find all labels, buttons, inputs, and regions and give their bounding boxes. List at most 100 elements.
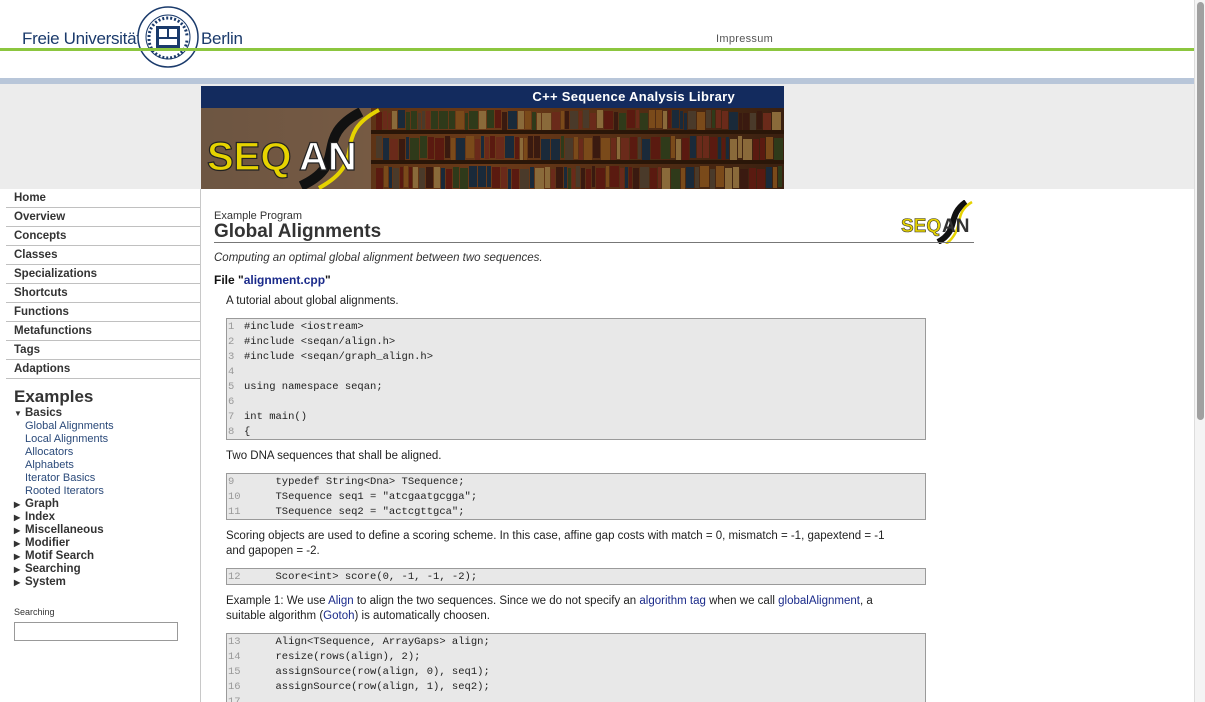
book-spine: [376, 112, 382, 130]
book-spine: [465, 113, 468, 131]
book-spine: [576, 166, 580, 187]
book-spine: [512, 169, 519, 189]
example-link[interactable]: Rooted Iterators: [25, 485, 200, 498]
book-spine: [649, 110, 655, 128]
university-logo[interactable]: Freie Universität Berlin: [22, 29, 243, 49]
book-spine: [710, 137, 717, 159]
book-spine: [449, 111, 455, 129]
book-spine: [535, 168, 544, 189]
vertical-scrollbar[interactable]: [1194, 0, 1205, 702]
book-spine: [621, 138, 629, 160]
book-spine: [662, 168, 670, 189]
book-spine: [419, 168, 425, 189]
sidebar-item-home[interactable]: Home: [6, 189, 200, 208]
category-label: Miscellaneous: [25, 524, 104, 536]
example-link[interactable]: Iterator Basics: [25, 472, 200, 485]
category-item[interactable]: ▶ Index: [14, 511, 200, 524]
book-spine: [686, 167, 694, 188]
book-spine: [671, 136, 675, 158]
book-spine: [743, 113, 749, 131]
book-spine: [528, 136, 533, 158]
sidebar-item-functions[interactable]: Functions: [6, 303, 200, 322]
book-spine: [625, 167, 628, 188]
book-spine: [733, 167, 739, 188]
book-spine: [564, 167, 567, 188]
sidebar-item-overview[interactable]: Overview: [6, 208, 200, 227]
code-block: 1 #include <iostream> 2 #include <seqan/ali…: [226, 318, 926, 440]
gotoh-link[interactable]: Gotoh: [323, 610, 354, 622]
book-spine: [551, 169, 555, 189]
book-spine: [420, 136, 427, 158]
category-label: Graph: [25, 498, 59, 510]
sidebar-item-adaptions[interactable]: Adaptions: [6, 360, 200, 379]
book-spine: [722, 138, 725, 160]
sidebar-item-metafunctions[interactable]: Metafunctions: [6, 322, 200, 341]
page-subtitle: Computing an optimal global alignment be…: [214, 252, 543, 264]
header-green-rule: [0, 48, 1205, 51]
book-spine: [495, 110, 501, 128]
examples-heading: Examples: [14, 387, 94, 406]
code-line: 2 #include <seqan/align.h>: [227, 335, 925, 350]
code-line: 17: [227, 695, 925, 702]
category-item[interactable]: ▶ Searching: [14, 563, 200, 576]
example-link[interactable]: Allocators: [25, 446, 200, 459]
category-item[interactable]: ▶ System: [14, 576, 200, 589]
book-spine: [460, 168, 468, 189]
book-spine: [583, 110, 589, 128]
triangle-down-icon: ▼: [14, 409, 22, 418]
university-seal-icon: [137, 6, 199, 68]
book-spine: [568, 168, 571, 189]
code-text: using namespace seqan;: [244, 381, 383, 393]
example-link[interactable]: Alphabets: [25, 459, 200, 472]
sidebar-item-specializations[interactable]: Specializations: [6, 265, 200, 284]
category-item[interactable]: ▶ Miscellaneous: [14, 524, 200, 537]
book-spine: [763, 113, 771, 131]
line-number: 15: [228, 666, 241, 678]
example-link[interactable]: Global Alignments: [25, 420, 200, 433]
sidebar-item-tags[interactable]: Tags: [6, 341, 200, 360]
book-spine: [469, 111, 478, 129]
site-header: Freie Universität Berlin Impressum: [0, 0, 1205, 86]
global-alignment-link[interactable]: globalAlignment: [778, 595, 860, 607]
category-item[interactable]: ▶ Modifier: [14, 537, 200, 550]
svg-text:SEQ: SEQ: [901, 216, 941, 237]
book-spine: [629, 167, 632, 188]
category-item[interactable]: ▶ Graph: [14, 498, 200, 511]
book-spine: [393, 168, 399, 189]
book-spine: [671, 169, 680, 189]
category-item[interactable]: ▶ Motif Search: [14, 550, 200, 563]
paragraph-example1: Example 1: We use Align to align the two…: [226, 594, 906, 624]
book-spine: [601, 138, 610, 160]
line-number: 1: [228, 321, 235, 333]
category-basics[interactable]: ▼ Basics: [14, 407, 200, 420]
page-title: Global Alignments: [214, 221, 382, 242]
triangle-right-icon: ▶: [14, 578, 21, 587]
align-link[interactable]: Align: [328, 595, 354, 607]
book-spine: [537, 113, 541, 131]
algorithm-tag-link[interactable]: algorithm tag: [639, 595, 705, 607]
example-link[interactable]: Local Alignments: [25, 433, 200, 446]
category-label: System: [25, 576, 66, 588]
file-link[interactable]: alignment.cpp: [244, 273, 325, 287]
book-spine: [565, 138, 573, 160]
book-spine: [730, 139, 737, 161]
book-spine: [530, 167, 534, 188]
sidebar-item-classes[interactable]: Classes: [6, 246, 200, 265]
line-number: 16: [228, 681, 241, 693]
book-spine: [658, 167, 661, 188]
impressum-link[interactable]: Impressum: [716, 33, 773, 45]
book-spine: [697, 112, 705, 130]
book-spine: [656, 110, 662, 128]
sidebar-item-concepts[interactable]: Concepts: [6, 227, 200, 246]
paragraph-scoring: Scoring objects are used to define a sco…: [226, 530, 885, 557]
book-spine: [640, 113, 648, 131]
search-input[interactable]: [14, 622, 178, 641]
book-spine: [492, 167, 500, 188]
book-spine: [592, 166, 595, 187]
line-number: 3: [228, 351, 235, 363]
sidebar-item-shortcuts[interactable]: Shortcuts: [6, 284, 200, 303]
seqan-banner: C++ Sequence Analysis Library SEQ AN: [201, 86, 784, 189]
book-spine: [760, 138, 765, 160]
code-line: 4: [227, 365, 925, 380]
scrollbar-thumb[interactable]: [1197, 2, 1204, 420]
